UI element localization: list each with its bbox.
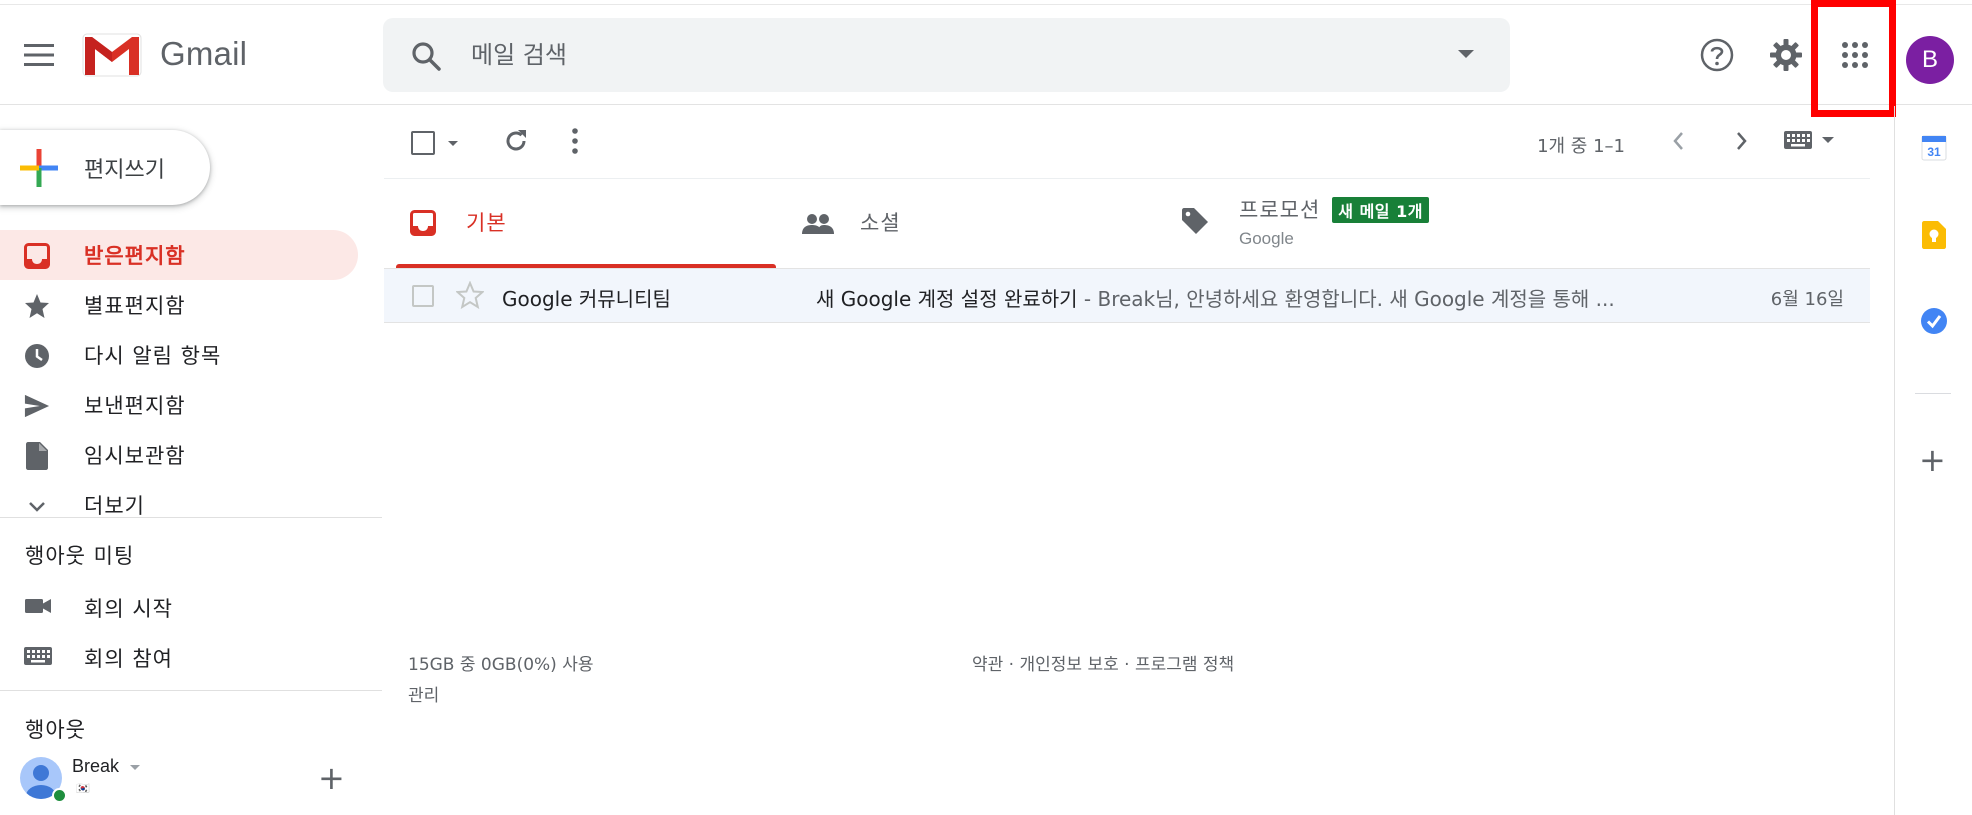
compose-plus-icon [20,149,58,187]
select-all-checkbox[interactable] [411,131,435,155]
mail-preview: - Break님, 안녕하세요 환영합니다. 새 Google 계정을 통해 .… [1077,287,1615,311]
side-panel-divider [1915,393,1951,394]
keep-icon[interactable] [1919,220,1949,250]
meet-join-label: 회의 참여 [84,647,173,671]
sidebar-nav: 받은편지함 별표편지함 다시 알림 항목 보낸편지함 임시보관함 더보기 [0,230,360,530]
gmail-logo-icon [82,33,142,77]
menu-icon[interactable] [17,33,61,77]
highlight-annotation-box [1811,0,1896,117]
sidebar-divider [0,690,382,691]
tab-promotions[interactable]: 프로모션 새 메일 1개 Google [1169,179,1870,268]
add-icon[interactable]: + [1919,444,1946,476]
category-tabs: 기본 소셜 프로모션 새 메일 1개 Google [384,178,1870,268]
gmail-logo[interactable]: Gmail [82,31,247,77]
calendar-day: 31 [1927,145,1941,159]
storage-info: 15GB 중 0GB(0%) 사용 관리 [408,650,594,712]
hangouts-user[interactable]: Break 🇰🇷 [20,752,360,812]
tab-promotions-label: 프로모션 새 메일 1개 [1239,194,1429,224]
inbox-icon [24,243,50,269]
tab-promotions-text: 프로모션 [1239,198,1321,222]
meet-join-button[interactable]: 회의 참여 [0,631,360,681]
chevron-down-icon [24,493,50,519]
chevron-right-icon[interactable] [1729,127,1753,159]
tab-social[interactable]: 소셜 [776,179,1169,268]
mail-date: 6월 16일 [1770,289,1844,310]
people-icon [802,213,834,239]
sidebar-item-label: 별표편지함 [84,294,186,318]
tab-social-label: 소셜 [860,211,901,235]
new-mail-badge: 새 메일 1개 [1332,197,1429,223]
hangouts-user-name: Break [72,756,120,776]
mail-sender: Google 커뮤니티팀 [502,287,671,311]
tag-icon [1181,207,1209,239]
sidebar-item-sent[interactable]: 보낸편지함 [0,380,360,430]
sidebar-item-label: 다시 알림 항목 [84,344,222,368]
sidebar-item-label: 임시보관함 [84,444,186,468]
mail-snippet: 새 Google 계정 설정 완료하기 - Break님, 안녕하세요 환영합니… [816,283,1706,312]
storage-usage-text: 15GB 중 0GB(0%) 사용 [408,655,594,675]
more-options-icon[interactable] [570,127,580,159]
mail-subject: 새 Google 계정 설정 완료하기 [816,287,1078,311]
send-icon [24,393,50,419]
sidebar-item-inbox[interactable]: 받은편지함 [0,230,358,280]
sidebar-item-label: 보낸편지함 [84,394,186,418]
header: Gmail 메일 검색 B [0,5,1972,105]
side-panel: 31 + [1894,106,1972,815]
input-tools-button[interactable] [1784,131,1834,149]
add-hangout-icon[interactable]: + [318,762,345,794]
sidebar-item-more[interactable]: 더보기 [0,480,360,530]
video-icon [24,593,52,623]
clock-icon [24,343,50,369]
flag-icon: 🇰🇷 [76,782,90,795]
sidebar-item-label: 받은편지함 [84,244,186,268]
tab-primary-label: 기본 [466,211,507,235]
tab-primary[interactable]: 기본 [384,179,776,268]
chevron-left-icon[interactable] [1667,127,1691,159]
select-options-caret-icon[interactable] [448,141,458,146]
meet-section-title: 행아웃 미팅 [25,544,135,568]
star-icon [24,293,50,319]
draft-icon [24,442,50,470]
row-checkbox[interactable] [412,285,434,307]
sidebar-divider [0,517,382,518]
help-icon[interactable] [1697,35,1737,75]
sidebar-item-label: 더보기 [84,494,145,518]
avatar-letter: B [1921,46,1938,73]
hangouts-section-title: 행아웃 [25,718,86,742]
search-icon[interactable] [410,40,442,76]
caret-down-icon[interactable] [130,765,140,770]
sidebar-item-drafts[interactable]: 임시보관함 [0,430,360,480]
compose-label: 편지쓰기 [84,158,165,183]
pagination-text: 1개 중 1–1 [1537,136,1625,157]
mail-toolbar: 1개 중 1–1 [384,115,1870,177]
keyboard-icon [24,643,52,673]
search-bar[interactable] [383,18,1510,92]
manage-storage-link[interactable]: 관리 [408,681,594,712]
search-input[interactable] [471,36,1371,74]
keyboard-icon [1784,131,1812,149]
sidebar-item-starred[interactable]: 별표편지함 [0,280,360,330]
inbox-icon [410,210,436,240]
tab-promotions-subtitle: Google [1239,229,1294,248]
app-name: Gmail [160,35,248,72]
meet-start-label: 회의 시작 [84,597,173,621]
compose-button[interactable]: 편지쓰기 [0,130,210,205]
meet-start-button[interactable]: 회의 시작 [0,581,360,631]
tasks-icon[interactable] [1919,306,1949,336]
avatar[interactable]: B [1906,36,1954,84]
caret-down-icon [1822,137,1834,143]
sidebar-item-snoozed[interactable]: 다시 알림 항목 [0,330,360,380]
search-options-dropdown-icon[interactable] [1458,50,1474,58]
refresh-icon[interactable] [502,127,530,159]
table-row[interactable]: Google 커뮤니티팀 새 Google 계정 설정 완료하기 - Break… [384,268,1870,323]
star-outline-icon[interactable] [455,280,485,313]
online-status-dot [52,788,67,803]
calendar-icon[interactable]: 31 [1919,133,1949,163]
footer-links[interactable]: 약관 · 개인정보 보호 · 프로그램 정책 [972,650,1234,675]
gear-icon[interactable] [1766,35,1806,75]
